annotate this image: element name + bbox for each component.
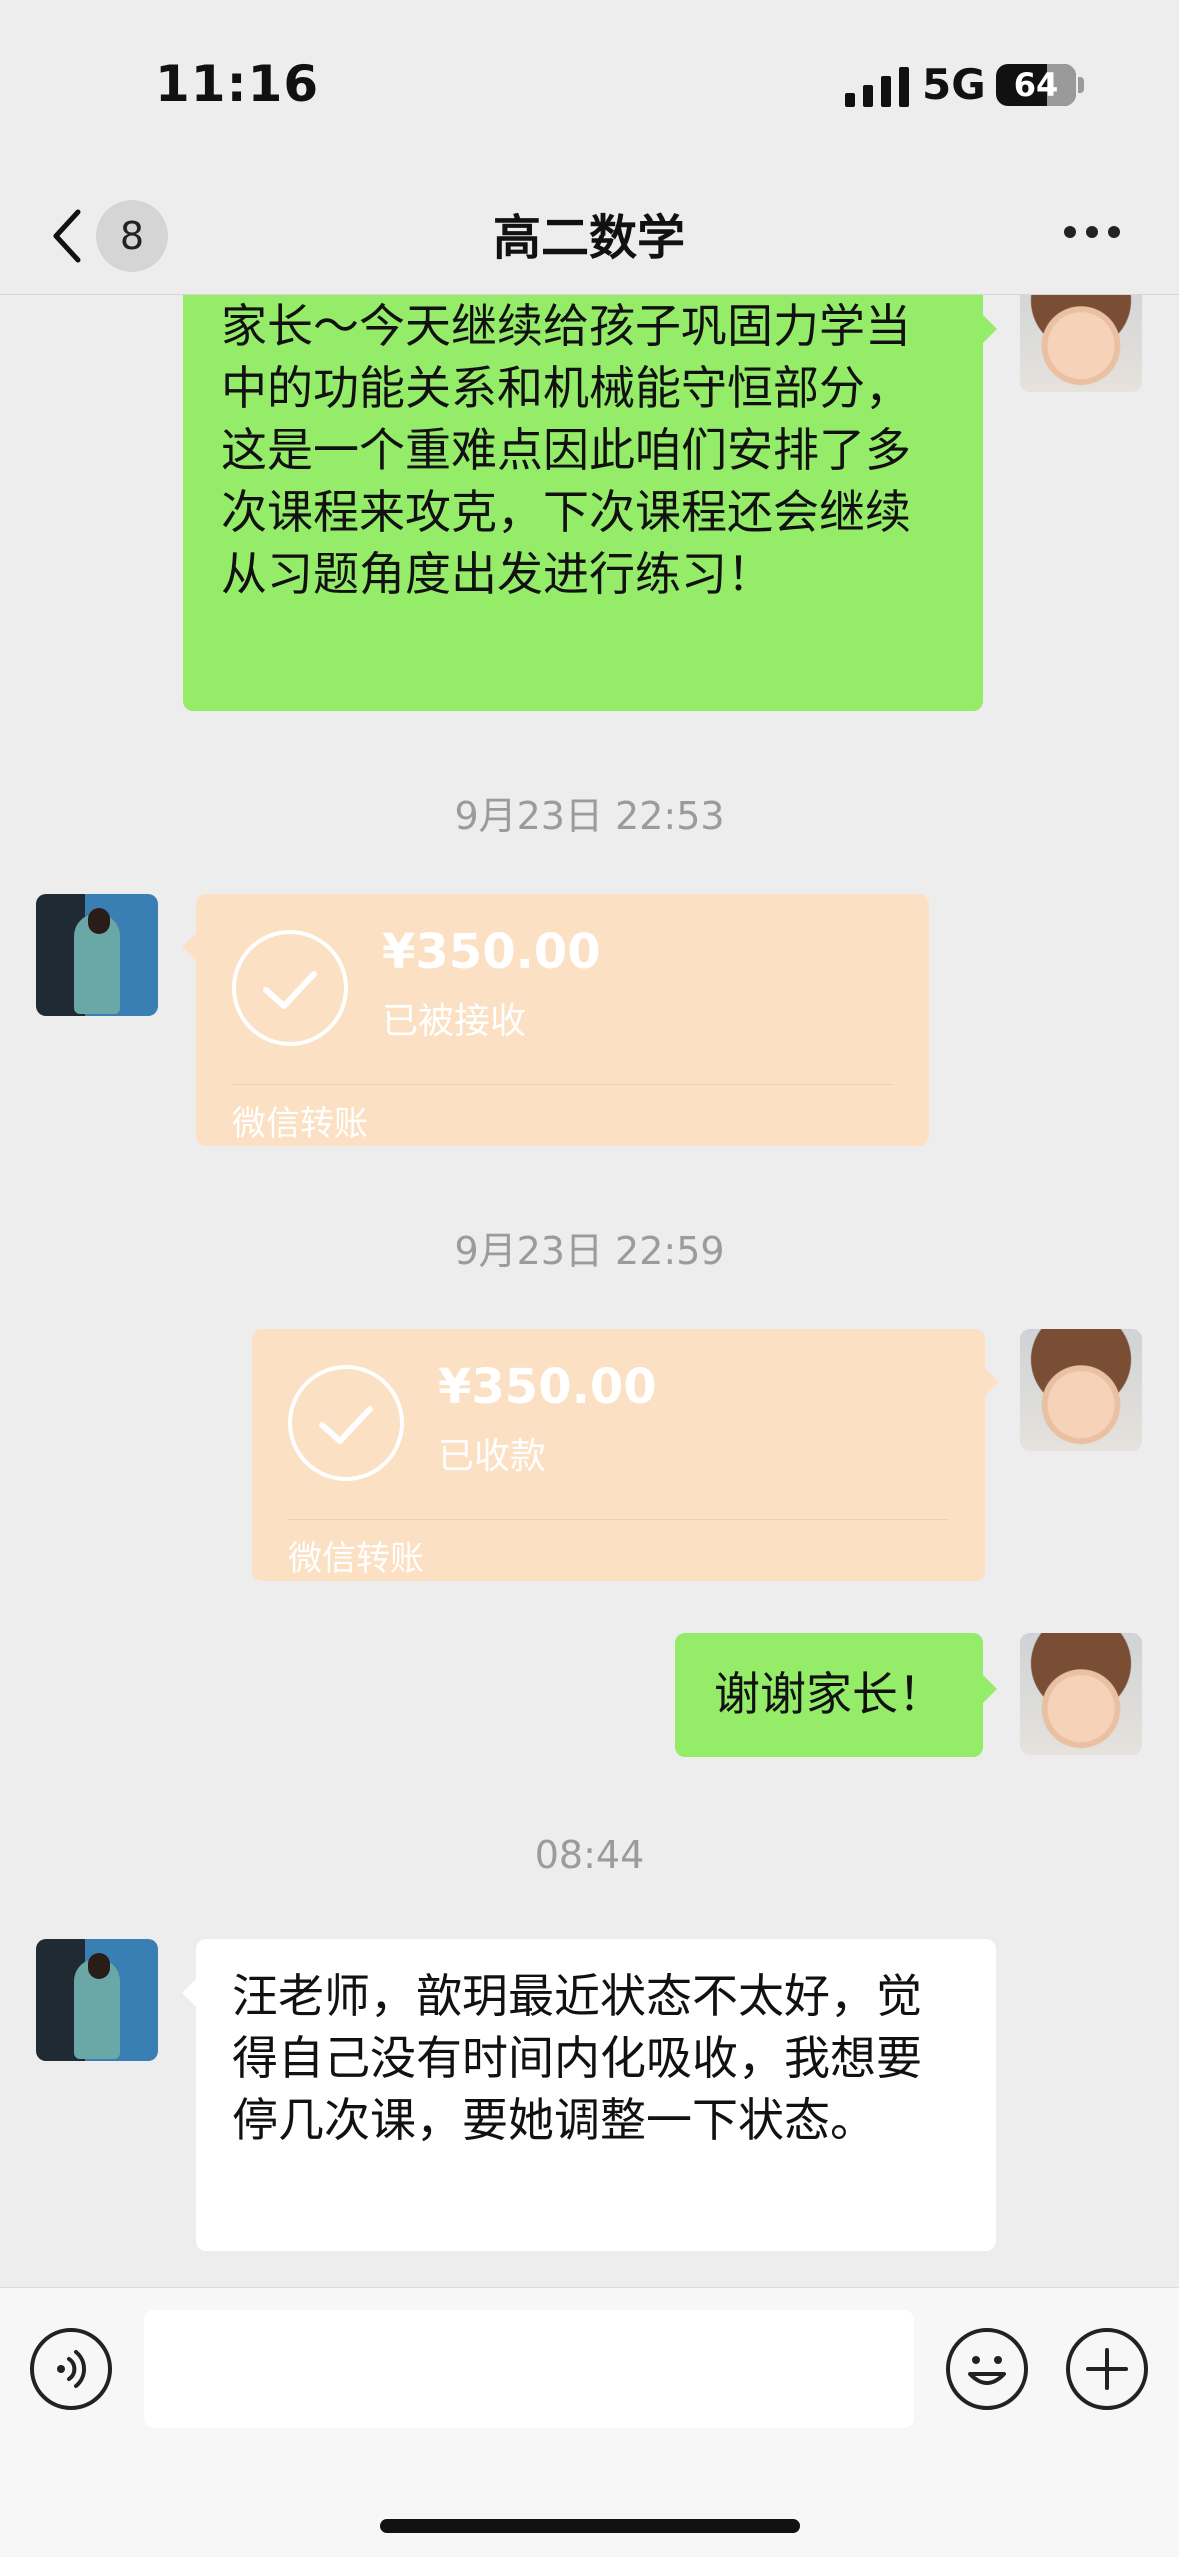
- avatar-figure-head: [88, 1953, 110, 1979]
- network-type: 5G: [922, 60, 986, 109]
- plus-icon[interactable]: [1066, 2328, 1148, 2410]
- message-text: 谢谢家长！: [714, 1667, 944, 1721]
- checkmark-icon: [232, 930, 348, 1046]
- timestamp: 08:44: [534, 1833, 645, 1877]
- bubble-tail: [182, 933, 196, 961]
- my-avatar[interactable]: [1020, 1633, 1142, 1755]
- battery-cap: [1078, 77, 1084, 93]
- timestamp: 9月23日 22:53: [454, 794, 725, 838]
- message-text: 汪老师，歆玥最近状态不太好，觉得自己没有时间内化吸收，我想要停几次课，要她调整一…: [232, 1969, 922, 2147]
- transfer-card[interactable]: ¥350.00 已收款 微信转账: [252, 1329, 985, 1581]
- divider: [232, 1084, 893, 1085]
- transfer-status: 已被接收: [382, 1001, 527, 1042]
- transfer-label: 微信转账: [288, 1539, 424, 1579]
- checkmark-icon: [288, 1365, 404, 1481]
- my-avatar[interactable]: [1020, 295, 1142, 392]
- battery-level: 64: [1013, 66, 1059, 104]
- message-input[interactable]: [144, 2310, 914, 2428]
- transfer-amount: ¥350.00: [438, 1359, 657, 1415]
- ellipsis-icon[interactable]: [1064, 222, 1120, 242]
- chat-messages[interactable]: 家长～今天继续给孩子巩固力学当中的功能关系和机械能守恒部分，这是一个重难点因此咱…: [0, 295, 1179, 2285]
- input-bar: [0, 2287, 1179, 2557]
- bubble-tail: [983, 315, 997, 343]
- received-text-bubble[interactable]: 汪老师，歆玥最近状态不太好，觉得自己没有时间内化吸收，我想要停几次课，要她调整一…: [196, 1939, 996, 2251]
- transfer-status: 已收款: [438, 1436, 547, 1477]
- transfer-label: 微信转账: [232, 1104, 368, 1144]
- transfer-card[interactable]: ¥350.00 已被接收 微信转账: [196, 894, 929, 1146]
- home-indicator[interactable]: [380, 2519, 800, 2533]
- signal-icon: [845, 67, 909, 107]
- sent-text-bubble[interactable]: 谢谢家长！: [675, 1633, 983, 1757]
- status-time: 11:16: [155, 55, 320, 113]
- avatar-figure-head: [88, 908, 110, 934]
- bubble-tail: [985, 1368, 999, 1396]
- divider: [288, 1519, 949, 1520]
- contact-avatar[interactable]: [36, 1939, 158, 2061]
- voice-input-icon[interactable]: [30, 2328, 112, 2410]
- sent-text-bubble[interactable]: 家长～今天继续给孩子巩固力学当中的功能关系和机械能守恒部分，这是一个重难点因此咱…: [183, 295, 983, 711]
- unread-count-badge[interactable]: 8: [96, 200, 168, 272]
- bubble-tail: [182, 1979, 196, 2007]
- status-bar: 11:16 5G 64: [0, 0, 1179, 170]
- my-avatar[interactable]: [1020, 1329, 1142, 1451]
- message-text: 家长～今天继续给孩子巩固力学当中的功能关系和机械能守恒部分，这是一个重难点因此咱…: [221, 299, 911, 601]
- timestamp: 9月23日 22:59: [454, 1229, 725, 1273]
- contact-avatar[interactable]: [36, 894, 158, 1016]
- transfer-amount: ¥350.00: [382, 924, 601, 980]
- nav-bar: 8 高二数学: [0, 170, 1179, 295]
- battery-icon: 64: [996, 64, 1076, 106]
- bubble-tail: [983, 1675, 997, 1703]
- chat-title: 高二数学: [492, 210, 685, 266]
- emoji-icon[interactable]: [946, 2328, 1028, 2410]
- chevron-left-icon[interactable]: [48, 208, 88, 264]
